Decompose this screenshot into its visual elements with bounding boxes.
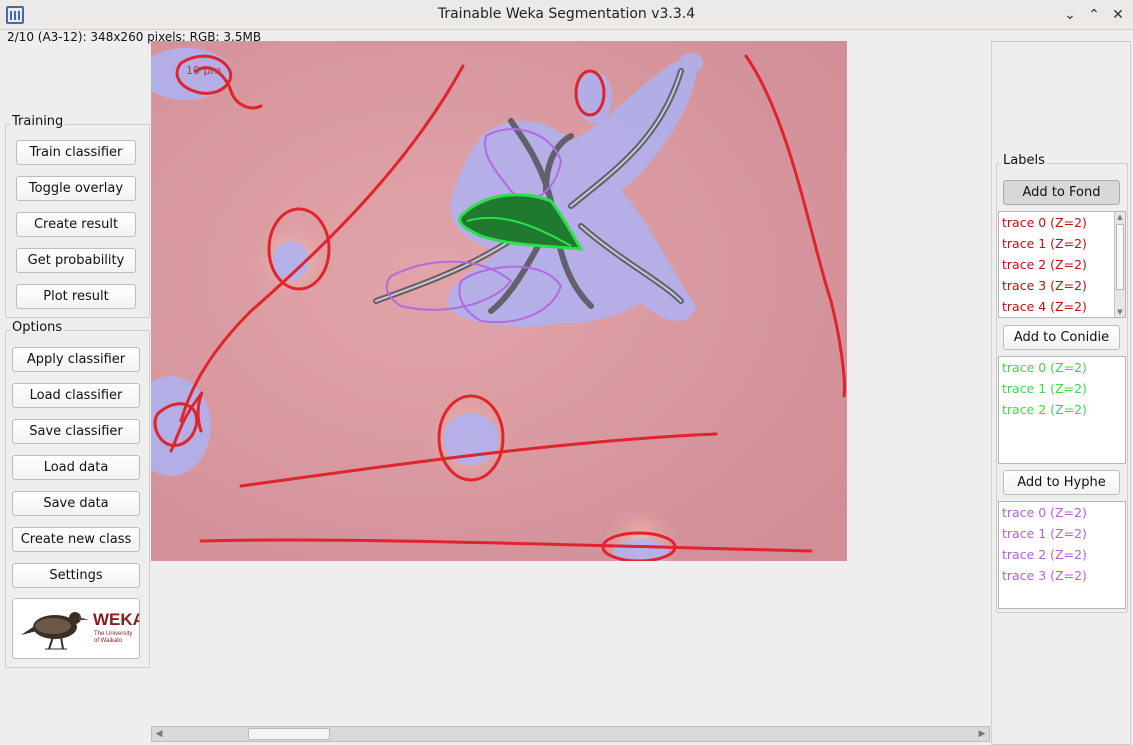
weka-logo-name: WEKA (93, 610, 139, 629)
hyphe-trace-list[interactable]: trace 0 (Z=2) trace 1 (Z=2) trace 2 (Z=2… (998, 501, 1126, 609)
list-item[interactable]: trace 2 (Z=2) (999, 399, 1125, 420)
list-item[interactable]: trace 3 (Z=2) (999, 565, 1125, 586)
get-probability-button[interactable]: Get probability (16, 248, 136, 273)
close-icon[interactable]: ✕ (1108, 5, 1128, 25)
load-classifier-button[interactable]: Load classifier (12, 383, 140, 408)
list-item[interactable]: trace 2 (Z=2) (999, 544, 1125, 565)
fond-trace-list[interactable]: trace 0 (Z=2) trace 1 (Z=2) trace 2 (Z=2… (998, 211, 1126, 318)
create-result-button[interactable]: Create result (16, 212, 136, 237)
settings-button[interactable]: Settings (12, 563, 140, 588)
list-item[interactable]: trace 0 (Z=2) (999, 212, 1125, 233)
list-item[interactable]: trace 3 (Z=2) (999, 275, 1125, 296)
training-label: Training (10, 114, 66, 129)
add-to-fond-button[interactable]: Add to Fond (1003, 180, 1120, 205)
weka-bird-icon: WEKA The University of Waikato (21, 610, 145, 650)
apply-classifier-button[interactable]: Apply classifier (12, 347, 140, 372)
weka-logo-sub1: The University (94, 631, 132, 637)
add-to-hyphe-button[interactable]: Add to Hyphe (1003, 470, 1120, 495)
scale-bar-label: 10 µm (186, 64, 221, 77)
training-panel: Training Train classifier Toggle overlay… (5, 114, 150, 318)
title-bar: Trainable Weka Segmentation v3.3.4 ⌄ ⌃ ✕ (0, 0, 1133, 30)
list-item[interactable]: trace 1 (Z=2) (999, 378, 1125, 399)
create-new-class-button[interactable]: Create new class (12, 527, 140, 552)
image-canvas[interactable]: 10 µm (151, 41, 847, 561)
list-item[interactable]: trace 1 (Z=2) (999, 233, 1125, 254)
canvas-horizontal-scrollbar[interactable]: ◀ ▶ (151, 726, 990, 742)
scroll-down-icon[interactable]: ▼ (1115, 307, 1125, 317)
window-title: Trainable Weka Segmentation v3.3.4 (437, 6, 696, 22)
scroll-up-icon[interactable]: ▲ (1115, 212, 1125, 222)
toggle-overlay-button[interactable]: Toggle overlay (16, 176, 136, 201)
plot-result-button[interactable]: Plot result (16, 284, 136, 309)
conidie-trace-list[interactable]: trace 0 (Z=2) trace 1 (Z=2) trace 2 (Z=2… (998, 356, 1126, 464)
list-item[interactable]: trace 4 (Z=2) (999, 296, 1125, 317)
save-classifier-button[interactable]: Save classifier (12, 419, 140, 444)
load-data-button[interactable]: Load data (12, 455, 140, 480)
list-item[interactable]: trace 0 (Z=2) (999, 357, 1125, 378)
minimize-icon[interactable]: ⌄ (1060, 5, 1080, 25)
scroll-right-icon[interactable]: ▶ (975, 727, 989, 741)
options-label: Options (10, 320, 65, 335)
add-to-conidie-button[interactable]: Add to Conidie (1003, 325, 1120, 350)
fond-list-scrollbar[interactable]: ▲ ▼ (1114, 212, 1125, 317)
scrollbar-thumb[interactable] (248, 728, 330, 740)
list-item[interactable]: trace 1 (Z=2) (999, 523, 1125, 544)
weka-logo[interactable]: WEKA The University of Waikato (12, 598, 145, 659)
scrollbar-thumb[interactable] (1116, 224, 1124, 290)
save-data-button[interactable]: Save data (12, 491, 140, 516)
labels-panel: Labels Add to Fond trace 0 (Z=2) trace 1… (996, 153, 1128, 613)
maximize-icon[interactable]: ⌃ (1084, 5, 1104, 25)
labels-label: Labels (1001, 153, 1047, 168)
scroll-left-icon[interactable]: ◀ (152, 727, 166, 741)
train-classifier-button[interactable]: Train classifier (16, 140, 136, 165)
list-item[interactable]: trace 2 (Z=2) (999, 254, 1125, 275)
weka-logo-sub2: of Waikato (94, 638, 123, 644)
list-item[interactable]: trace 0 (Z=2) (999, 502, 1125, 523)
